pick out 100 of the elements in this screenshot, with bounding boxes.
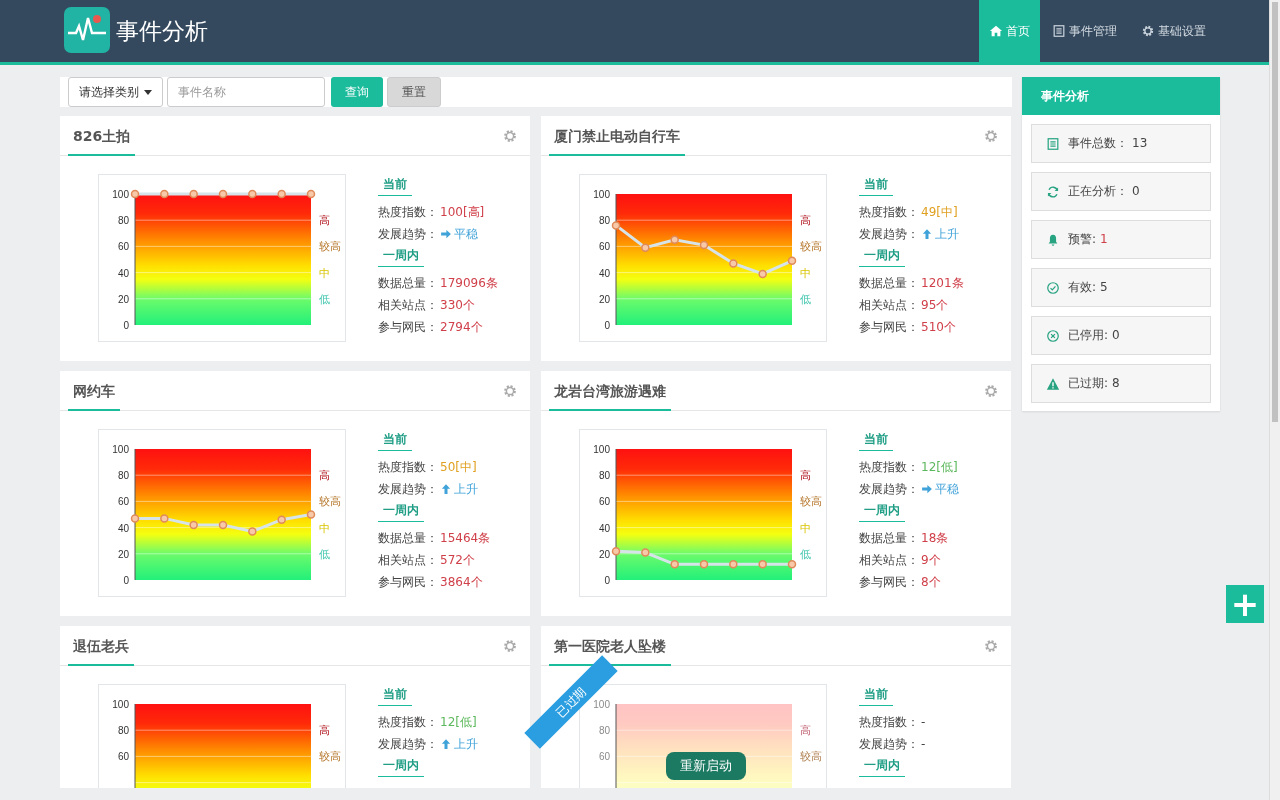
data-point xyxy=(787,256,797,266)
level-label: 较高 xyxy=(319,495,341,509)
data-point xyxy=(670,560,679,569)
axis-tick-label: 40 xyxy=(598,522,610,534)
settings-icon[interactable] xyxy=(983,637,999,654)
stat-label: 发展趋势： xyxy=(378,480,438,498)
summary-item[interactable]: 已过期: 8 xyxy=(1031,364,1211,403)
settings-icon[interactable] xyxy=(983,382,999,399)
stat-label: 参与网民： xyxy=(859,573,919,591)
up-arrow-icon xyxy=(440,738,452,750)
axis-tick-label: 80 xyxy=(117,470,129,482)
settings-icon[interactable] xyxy=(502,382,518,399)
axis-tick-label: 20 xyxy=(598,548,610,560)
section-heading: 一周内 xyxy=(859,755,905,777)
data-point xyxy=(699,560,709,569)
data-point xyxy=(218,520,228,530)
stat-value: 上升 xyxy=(935,225,959,243)
card-title: 网约车 xyxy=(68,383,120,411)
search-field[interactable]: 事件名称 xyxy=(167,77,325,107)
stat-label: 参与网民： xyxy=(378,573,438,591)
axis-tick-label: 100 xyxy=(593,444,610,455)
section-heading: 一周内 xyxy=(378,755,424,777)
summary-item[interactable]: 已停用: 0 xyxy=(1031,316,1211,355)
axis-tick-label: 0 xyxy=(604,320,610,331)
axis-tick-label: 80 xyxy=(598,725,610,737)
level-label: 较高 xyxy=(800,240,822,254)
right-arrow-icon xyxy=(921,483,933,495)
stat-value: 572个 xyxy=(440,551,475,569)
stat-label: 数据总量： xyxy=(378,529,438,547)
section-heading: 一周内 xyxy=(378,500,424,522)
level-label: 中 xyxy=(800,521,811,535)
summary-text: 有效: 5 xyxy=(1068,279,1108,296)
axis-tick-label: 60 xyxy=(598,241,610,253)
stat-label: 相关站点： xyxy=(378,551,438,569)
stat-value: 上升 xyxy=(454,735,478,753)
restart-button[interactable]: 重新启动 xyxy=(666,752,746,780)
axis-tick-label: 20 xyxy=(117,293,129,305)
data-point xyxy=(218,189,228,199)
stat-value: 上升 xyxy=(454,480,478,498)
level-label: 低 xyxy=(800,292,811,306)
stat-value: 9个 xyxy=(921,551,941,569)
level-label: 中 xyxy=(319,521,330,535)
stat-value: 3864个 xyxy=(440,573,483,591)
home-icon xyxy=(989,24,1003,38)
up-arrow-icon xyxy=(440,483,452,495)
stat-value: - xyxy=(921,737,926,751)
nav-tab[interactable]: 基础设置 xyxy=(1129,0,1218,62)
data-point xyxy=(277,515,286,524)
stat-value: 18条 xyxy=(921,529,949,547)
axis-tick-label: 80 xyxy=(598,470,610,482)
stat-label: 数据总量： xyxy=(378,274,438,292)
summary-item[interactable]: 有效: 5 xyxy=(1031,268,1211,307)
stat-label: 热度指数： xyxy=(859,713,919,731)
stat-value: 12[低] xyxy=(921,458,958,476)
stat-label: 数据总量： xyxy=(859,529,919,547)
list-icon xyxy=(1046,136,1060,151)
stat-label: 发展趋势： xyxy=(859,480,919,498)
data-point xyxy=(160,189,169,199)
axis-tick-label: 0 xyxy=(123,320,129,331)
summary-item[interactable]: 事件总数： 13 xyxy=(1031,124,1211,163)
reset-button[interactable]: 重置 xyxy=(387,77,441,107)
level-label: 较高 xyxy=(319,240,341,254)
section-heading: 当前 xyxy=(859,684,893,706)
level-label: 高 xyxy=(319,724,330,738)
refresh-icon xyxy=(1046,184,1060,199)
category-dropdown[interactable]: 请选择类别 xyxy=(68,77,163,107)
stat-label: 热度指数： xyxy=(859,203,919,221)
axis-tick-label: 0 xyxy=(123,575,129,586)
summary-item[interactable]: 正在分析： 0 xyxy=(1031,172,1211,211)
data-point xyxy=(189,189,198,199)
stat-label: 数据总量： xyxy=(859,274,919,292)
stat-label: 热度指数： xyxy=(378,713,438,731)
card-title: 退伍老兵 xyxy=(68,638,134,666)
section-heading: 当前 xyxy=(378,174,412,196)
nav-tab[interactable]: 事件管理 xyxy=(1040,0,1129,62)
card-title: 龙岩台湾旅游遇难 xyxy=(549,383,671,411)
axis-tick-label: 100 xyxy=(112,699,129,710)
level-label: 低 xyxy=(319,547,330,561)
settings-icon[interactable] xyxy=(502,637,518,654)
summary-text: 已停用: 0 xyxy=(1068,327,1120,344)
stat-label: 相关站点： xyxy=(378,296,438,314)
data-point xyxy=(611,546,621,556)
summary-item[interactable]: 预警: 1 xyxy=(1031,220,1211,259)
settings-icon[interactable] xyxy=(983,127,999,144)
level-label: 高 xyxy=(319,469,330,483)
scrollbar[interactable] xyxy=(1269,0,1280,800)
level-label: 高 xyxy=(319,214,330,228)
stat-value: 15464条 xyxy=(440,529,491,547)
card-title: 826土拍 xyxy=(68,128,136,156)
stat-value: 50[中] xyxy=(440,458,477,476)
settings-icon[interactable] xyxy=(502,127,518,144)
stat-label: 发展趋势： xyxy=(378,225,438,243)
section-heading: 当前 xyxy=(859,174,893,196)
caret-icon xyxy=(144,89,152,95)
data-point xyxy=(248,527,257,536)
data-point xyxy=(277,189,286,199)
data-point xyxy=(189,520,198,530)
stat-value: 8个 xyxy=(921,573,941,591)
stat-value: 95个 xyxy=(921,296,949,314)
data-point xyxy=(729,259,738,268)
